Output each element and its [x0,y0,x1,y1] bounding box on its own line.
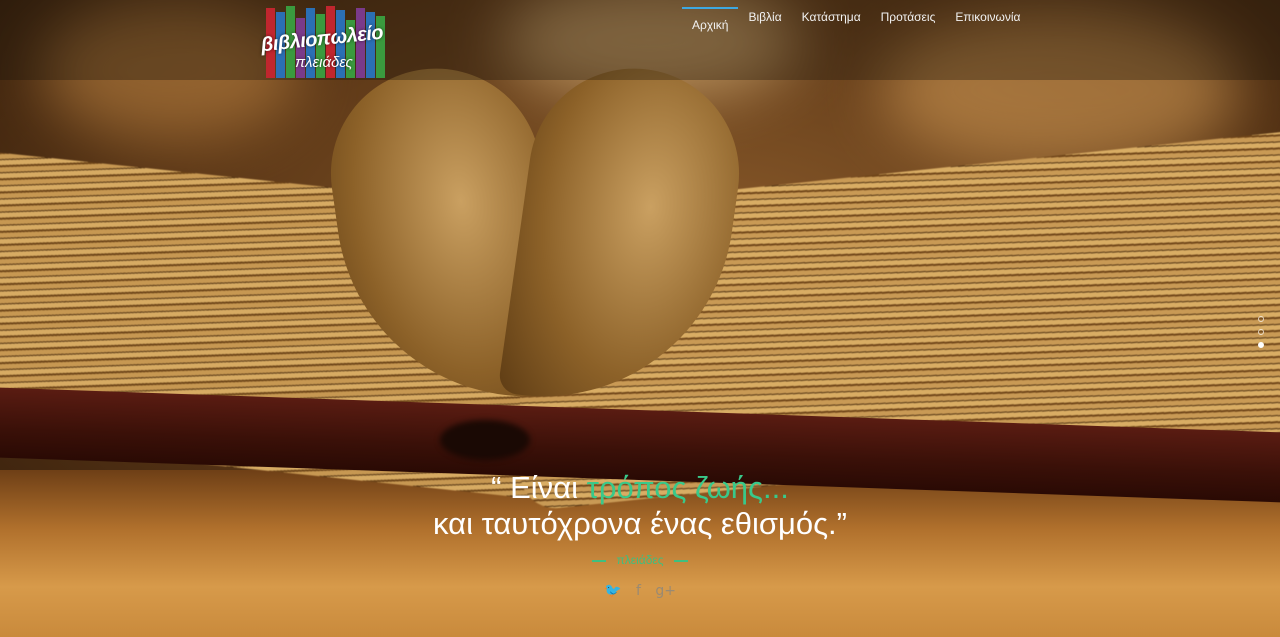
slider-dot[interactable] [1258,329,1264,335]
google-plus-icon[interactable]: g+ [655,583,676,599]
nav-item-books[interactable]: Βιβλία [738,0,791,80]
quote-author-name: πλειάδες [616,553,664,567]
quote-line-1: “ Είναι τρόπος ζωής... [0,470,1280,506]
quote-author: πλειάδες [0,553,1280,567]
nav-item-contact[interactable]: Επικοινωνία [945,0,1030,80]
logo-subtitle: πλειάδες [295,54,353,71]
quote-open: “ Είναι [491,470,587,505]
slider-dot[interactable] [1258,316,1264,322]
slider-dots [1258,316,1266,355]
social-links: 🐦 f g+ [0,582,1280,600]
nav-item-store[interactable]: Κατάστημα [792,0,871,80]
site-header: βιβλιοπωλείο πλειάδες Αρχική Βιβλία Κατά… [0,0,1280,80]
quote-accent: τρόπος ζωής... [586,470,789,505]
facebook-icon[interactable]: f [636,583,641,599]
divider [673,559,688,562]
quote-line-2: και ταυτόχρονα ένας εθισμός.” [433,506,847,541]
nav-item-suggestions[interactable]: Προτάσεις [871,0,946,80]
divider [592,559,607,562]
main-nav: Αρχική Βιβλία Κατάστημα Προτάσεις Επικοι… [682,0,1030,80]
nav-item-home[interactable]: Αρχική [682,0,739,80]
twitter-icon[interactable]: 🐦 [604,583,621,599]
site-logo[interactable]: βιβλιοπωλείο πλειάδες [256,4,388,78]
slider-dot-active[interactable] [1258,342,1264,348]
